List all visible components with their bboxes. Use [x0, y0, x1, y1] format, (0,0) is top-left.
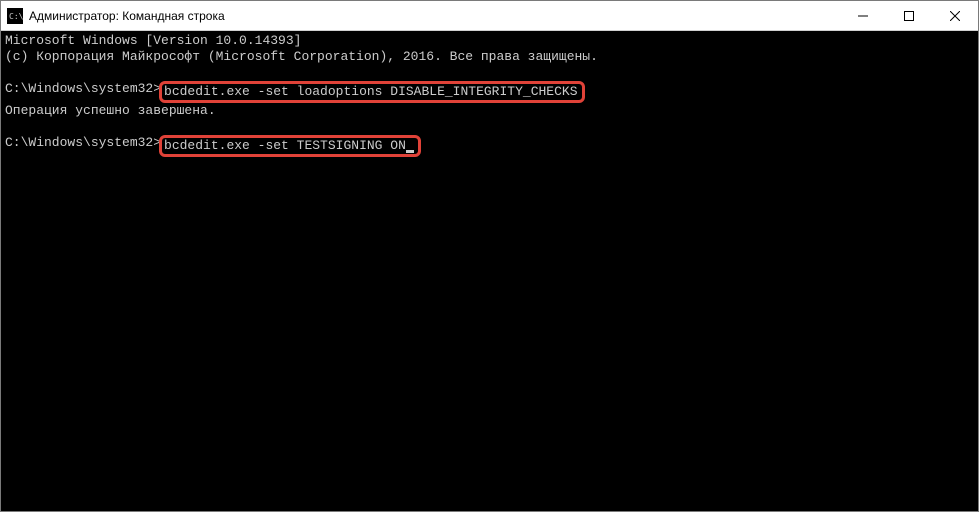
- minimize-button[interactable]: [840, 1, 886, 30]
- prompt-line: C:\Windows\system32>bcdedit.exe -set loa…: [5, 81, 974, 103]
- prompt-path: C:\Windows\system32>: [5, 135, 161, 151]
- console-area[interactable]: Microsoft Windows [Version 10.0.14393] (…: [1, 31, 978, 511]
- highlighted-command: bcdedit.exe -set loadoptions DISABLE_INT…: [159, 81, 584, 103]
- command-text: bcdedit.exe -set loadoptions DISABLE_INT…: [164, 84, 577, 99]
- text-cursor: [406, 150, 414, 153]
- banner-line: Microsoft Windows [Version 10.0.14393]: [5, 33, 974, 49]
- window-controls: [840, 1, 978, 30]
- command-prompt-window: C:\ Администратор: Командная строка Micr…: [0, 0, 979, 512]
- svg-text:C:\: C:\: [9, 12, 23, 21]
- close-button[interactable]: [932, 1, 978, 30]
- cmd-icon: C:\: [7, 8, 23, 24]
- highlighted-command: bcdedit.exe -set TESTSIGNING ON: [159, 135, 421, 157]
- command-text: bcdedit.exe -set TESTSIGNING ON: [164, 138, 406, 153]
- titlebar[interactable]: C:\ Администратор: Командная строка: [1, 1, 978, 31]
- blank-line: [5, 65, 974, 81]
- maximize-button[interactable]: [886, 1, 932, 30]
- window-title: Администратор: Командная строка: [29, 9, 840, 23]
- output-line: Операция успешно завершена.: [5, 103, 974, 119]
- prompt-path: C:\Windows\system32>: [5, 81, 161, 97]
- banner-line: (c) Корпорация Майкрософт (Microsoft Cor…: [5, 49, 974, 65]
- prompt-line: C:\Windows\system32>bcdedit.exe -set TES…: [5, 135, 974, 157]
- blank-line: [5, 119, 974, 135]
